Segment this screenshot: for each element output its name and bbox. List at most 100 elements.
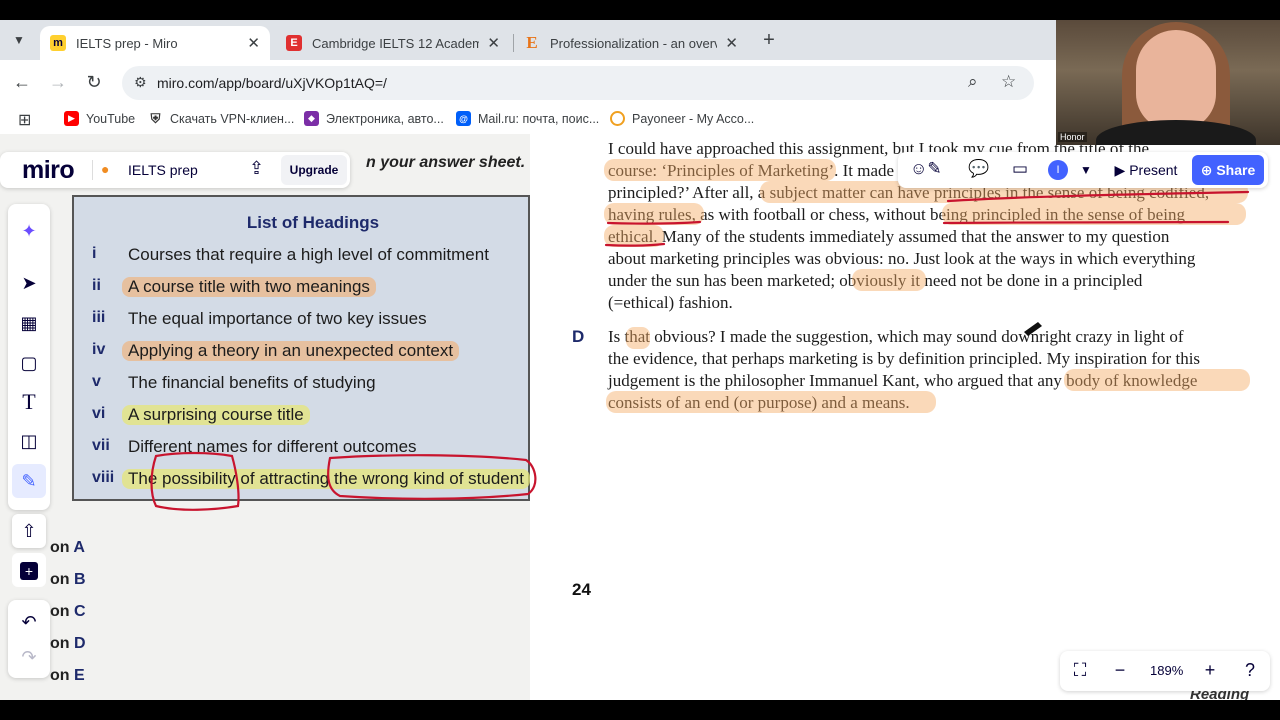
location-pin-icon: ●: [101, 161, 110, 177]
page-number: 24: [572, 580, 591, 599]
frames-icon[interactable]: ▦: [12, 306, 46, 340]
section-prefix: on: [50, 635, 70, 652]
apps-grid-icon[interactable]: ⊞: [18, 110, 31, 130]
heading-text: The equal importance of two key issues: [128, 309, 427, 328]
shapes-icon[interactable]: ◫: [12, 424, 46, 458]
section-prefix: on: [50, 667, 70, 684]
shop-icon: ◆: [304, 111, 319, 126]
heading-number: i: [92, 245, 97, 262]
heading-text: The possibility of attracting the wrong …: [122, 469, 530, 489]
section-label: on D: [50, 635, 86, 653]
tab-search-icon[interactable]: ▼: [8, 29, 30, 51]
fit-to-screen-icon[interactable]: ⛶: [1068, 660, 1092, 681]
passage-line: the evidence, that perhaps marketing is …: [608, 349, 1201, 368]
address-bar[interactable]: ⚙ miro.com/app/board/uXjVKOp1tAQ=/ ⌕ ☆: [122, 66, 1034, 100]
bookmark-vpn[interactable]: ⛨ Скачать VPN-клиен...: [148, 111, 294, 126]
tab-professionalization[interactable]: E Professionalization - an overvie ✕: [514, 26, 748, 60]
back-icon[interactable]: ←: [11, 72, 33, 93]
heading-text: Applying a theory in an unexpected conte…: [122, 341, 460, 361]
section-label: on A: [50, 539, 85, 557]
more-apps-button[interactable]: +: [12, 553, 46, 587]
miro-board-canvas[interactable]: n your answer sheet. List of Headings i …: [0, 134, 1280, 700]
tab-strip: ▼ m IELTS prep - Miro ✕ E Cambridge IELT…: [0, 20, 1056, 60]
board-name[interactable]: IELTS prep: [128, 162, 198, 178]
section-letter: C: [74, 603, 86, 620]
heading-number: vii: [92, 437, 110, 454]
bookmark-star-icon[interactable]: ☆: [1001, 72, 1016, 92]
reload-icon[interactable]: ↻: [83, 72, 105, 93]
miro-logo[interactable]: miro: [22, 156, 75, 185]
close-tab-icon[interactable]: ✕: [487, 34, 500, 52]
passage-line: consists of an end (or purpose) and a me…: [608, 393, 910, 412]
text-tool-icon[interactable]: T: [12, 385, 46, 419]
miro-toolbar: ✦ ➤ ▦ ▢ T ◫ ✎: [8, 204, 50, 510]
chevron-down-icon[interactable]: ▼: [1080, 163, 1092, 177]
screen: ▼ m IELTS prep - Miro ✕ E Cambridge IELT…: [0, 0, 1280, 720]
zoom-controls: ⛶ − 189% + ?: [1060, 651, 1270, 691]
webcam-overlay: Honor: [1056, 20, 1280, 145]
zoom-out-icon[interactable]: −: [1108, 660, 1132, 681]
undo-redo-panel: ↶ ↷: [8, 600, 50, 678]
youtube-icon: ▶: [64, 111, 79, 126]
heading-number: v: [92, 373, 101, 390]
comments-icon[interactable]: 💬: [968, 159, 989, 179]
heading-number: viii: [92, 469, 115, 486]
user-avatar[interactable]: I: [1048, 160, 1068, 180]
upload-icon[interactable]: ⇧: [12, 514, 46, 548]
payoneer-icon: [610, 111, 625, 126]
heading-text: The financial benefits of studying: [128, 373, 376, 392]
export-icon[interactable]: ⇪: [249, 158, 264, 179]
bookmark-label: Payoneer - My Acco...: [632, 111, 755, 126]
tab-cambridge[interactable]: E Cambridge IELTS 12 Academic F ✕: [276, 26, 510, 60]
zoom-in-icon[interactable]: +: [1198, 660, 1222, 681]
video-call-icon[interactable]: ▭: [1012, 159, 1028, 179]
close-tab-icon[interactable]: ✕: [247, 34, 260, 52]
heading-text: Different names for different outcomes: [128, 437, 417, 456]
passage-line: (=ethical) fashion.: [608, 293, 733, 312]
zoom-lens-icon[interactable]: ⌕: [968, 72, 978, 92]
share-button[interactable]: ⊕ Share: [1192, 155, 1264, 185]
globe-icon: ⊕: [1200, 162, 1217, 178]
sticky-note-icon[interactable]: ▢: [12, 346, 46, 380]
undo-icon[interactable]: ↶: [12, 605, 46, 639]
forward-icon[interactable]: →: [47, 72, 69, 93]
bookmark-electronics[interactable]: ◆ Электроника, авто...: [304, 111, 444, 126]
tab-ielts-prep[interactable]: m IELTS prep - Miro ✕: [40, 26, 270, 60]
section-label: on E: [50, 667, 85, 685]
heading-number: iii: [92, 309, 106, 326]
bookmark-youtube[interactable]: ▶ YouTube: [64, 111, 135, 126]
bookmark-payoneer[interactable]: Payoneer - My Acco...: [610, 111, 754, 126]
passage-line: ethical. Many of the students immediatel…: [608, 227, 1170, 246]
heading-text: Courses that require a high level of com…: [128, 245, 489, 264]
redo-icon[interactable]: ↷: [12, 640, 46, 674]
section-label: on C: [50, 603, 86, 621]
ai-sparkle-icon[interactable]: ✦: [12, 214, 46, 248]
zoom-level[interactable]: 189%: [1150, 663, 1183, 678]
section-label: on B: [50, 571, 86, 589]
section-prefix: on: [50, 539, 70, 556]
passage-paragraph-d: Is that obvious? I made the suggestion, …: [608, 326, 1258, 414]
heading-number: vi: [92, 405, 106, 422]
upgrade-button[interactable]: Upgrade: [281, 155, 347, 185]
cambridge-favicon-icon: E: [286, 35, 302, 51]
webcam-label: Honor: [1058, 132, 1087, 142]
select-cursor-icon[interactable]: ➤: [12, 266, 46, 300]
present-label: Present: [1129, 162, 1178, 178]
e-favicon-icon: E: [526, 33, 538, 52]
close-tab-icon[interactable]: ✕: [725, 34, 738, 52]
section-letter: E: [74, 667, 85, 684]
shield-icon: ⛨: [148, 111, 163, 126]
site-info-icon[interactable]: ⚙: [134, 74, 147, 91]
worksheet-page: n your answer sheet. List of Headings i …: [0, 134, 530, 700]
bookmark-mailru[interactable]: @ Mail.ru: почта, поис...: [456, 111, 599, 126]
webcam-body: [1096, 120, 1256, 145]
section-letter: A: [73, 539, 85, 556]
tab-title: Professionalization - an overvie: [550, 35, 718, 51]
pen-tool-icon[interactable]: ✎: [12, 464, 46, 498]
tab-title: Cambridge IELTS 12 Academic F: [312, 35, 480, 51]
heading-text: A course title with two meanings: [122, 277, 376, 297]
reactions-icon[interactable]: ☺✎: [910, 159, 942, 179]
present-button[interactable]: ▶ Present: [1104, 155, 1188, 185]
new-tab-icon[interactable]: +: [758, 29, 780, 52]
help-icon[interactable]: ?: [1238, 660, 1262, 681]
